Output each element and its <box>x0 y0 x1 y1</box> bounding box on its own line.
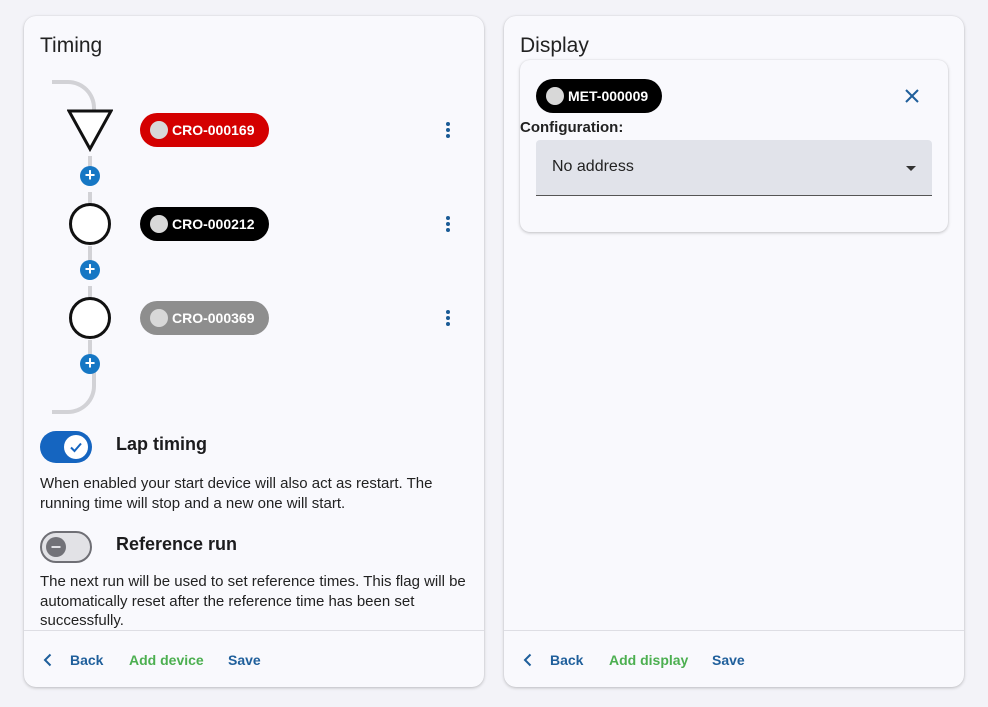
reference-run-label: Reference run <box>116 534 238 554</box>
status-dot-icon <box>546 87 564 105</box>
chevron-left-icon[interactable] <box>41 653 55 667</box>
add-between-icon[interactable]: + <box>80 354 100 374</box>
device-chip-label: MET-000009 <box>568 88 649 104</box>
display-card: Display MET-000009 Configuration: No add… <box>504 16 964 687</box>
status-dot-icon <box>150 215 168 233</box>
back-button[interactable]: Back <box>550 650 583 670</box>
status-dot-icon <box>150 121 168 139</box>
configuration-select[interactable]: No address <box>536 140 932 196</box>
timeline-rail-bottom <box>52 370 96 414</box>
device-chip-3[interactable]: CRO-000369 <box>140 301 269 335</box>
more-vert-icon[interactable] <box>442 120 454 140</box>
toggle-knob <box>64 435 88 459</box>
footer-divider <box>24 630 484 631</box>
display-title: Display <box>520 34 589 57</box>
more-vert-icon[interactable] <box>442 214 454 234</box>
check-icon <box>70 442 82 453</box>
configuration-label: Configuration: <box>520 119 624 136</box>
timing-card: Timing CRO-000169 + CRO-000212 + CRO-000… <box>24 16 484 687</box>
device-chip-1[interactable]: CRO-000169 <box>140 113 269 147</box>
save-button[interactable]: Save <box>712 650 745 670</box>
device-chip-label: CRO-000369 <box>172 310 255 326</box>
footer-divider <box>504 630 964 631</box>
reference-run-description: The next run will be used to set referen… <box>40 573 466 629</box>
lap-timing-toggle[interactable] <box>40 431 92 463</box>
circle-icon <box>69 203 111 245</box>
add-device-button[interactable]: Add device <box>129 650 204 670</box>
reference-run-toggle[interactable] <box>40 531 92 563</box>
display-device-card: MET-000009 Configuration: No address <box>520 60 948 232</box>
display-device-chip[interactable]: MET-000009 <box>536 79 663 113</box>
lap-timing-description: When enabled your start device will also… <box>40 475 433 512</box>
device-chip-label: CRO-000169 <box>172 122 255 138</box>
add-display-button[interactable]: Add display <box>609 650 688 670</box>
toggle-knob <box>46 537 66 557</box>
status-dot-icon <box>150 309 168 327</box>
triangle-down-icon <box>67 109 113 153</box>
minus-icon <box>51 546 61 548</box>
save-button[interactable]: Save <box>228 650 261 670</box>
add-between-icon[interactable]: + <box>80 260 100 280</box>
device-chip-2[interactable]: CRO-000212 <box>140 207 269 241</box>
timing-title: Timing <box>40 34 103 57</box>
more-vert-icon[interactable] <box>442 308 454 328</box>
circle-icon <box>69 297 111 339</box>
configuration-value: No address <box>552 158 634 175</box>
lap-timing-label: Lap timing <box>116 434 207 454</box>
device-chip-label: CRO-000212 <box>172 216 255 232</box>
add-between-icon[interactable]: + <box>80 166 100 186</box>
close-icon[interactable] <box>904 88 920 104</box>
chevron-left-icon[interactable] <box>521 653 535 667</box>
dropdown-arrow-icon <box>906 166 916 171</box>
back-button[interactable]: Back <box>70 650 103 670</box>
